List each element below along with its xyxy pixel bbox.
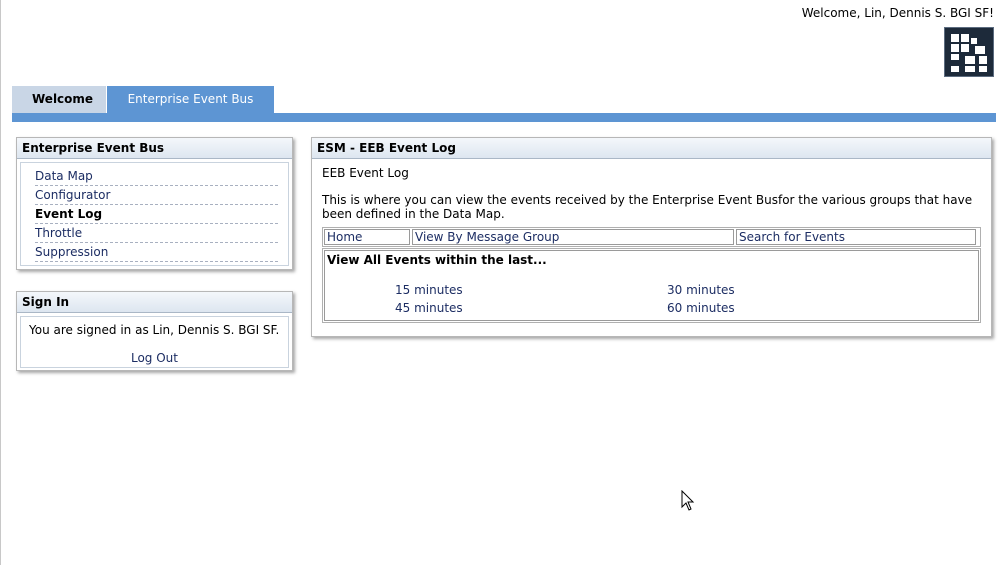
events-grid: 15 minutes 30 minutes 45 minutes 60 minu… [327, 282, 976, 316]
sidebar-title: Enterprise Event Bus [17, 138, 292, 159]
page-subtitle: EEB Event Log [322, 166, 409, 180]
event-link-60-minutes[interactable]: 60 minutes [667, 300, 927, 316]
sidebar-content: Data Map Configurator Event Log Throttle… [20, 162, 289, 266]
mouse-cursor-icon [681, 490, 695, 511]
event-link-30-minutes[interactable]: 30 minutes [667, 282, 927, 298]
event-link-15-minutes[interactable]: 15 minutes [327, 282, 667, 298]
company-logo [944, 27, 994, 77]
welcome-message: Welcome, Lin, Dennis S. BGI SF! [801, 6, 994, 20]
tab-bar: Welcome Enterprise Event Bus [12, 86, 274, 113]
sidebar-panel: Enterprise Event Bus Data Map Configurat… [16, 137, 293, 270]
events-box: View All Events within the last... 15 mi… [322, 248, 981, 323]
main-panel: ESM - EEB Event Log EEB Event Log This i… [311, 137, 992, 337]
subnav-search-for-events[interactable]: Search for Events [736, 229, 976, 245]
sidebar-item-throttle[interactable]: Throttle [35, 224, 278, 243]
page-description: This is where you can view the events re… [322, 193, 973, 221]
sidebar-item-event-log[interactable]: Event Log [35, 205, 278, 224]
subnav-view-by-message-group[interactable]: View By Message Group [412, 229, 734, 245]
tab-underline-bar [12, 113, 996, 122]
sidebar-item-configurator[interactable]: Configurator [35, 186, 278, 205]
tab-welcome[interactable]: Welcome [12, 86, 106, 113]
signin-status: You are signed in as Lin, Dennis S. BGI … [29, 323, 280, 337]
subnav-home[interactable]: Home [324, 229, 410, 245]
logout-link[interactable]: Log Out [29, 350, 280, 366]
sidebar-item-suppression[interactable]: Suppression [35, 243, 278, 262]
signin-content: You are signed in as Lin, Dennis S. BGI … [20, 316, 289, 368]
signin-panel: Sign In You are signed in as Lin, Dennis… [16, 291, 293, 371]
sidebar-nav: Data Map Configurator Event Log Throttle… [21, 163, 288, 266]
main-title: ESM - EEB Event Log [312, 138, 991, 159]
main-content: EEB Event Log This is where you can view… [312, 159, 991, 329]
event-link-45-minutes[interactable]: 45 minutes [327, 300, 667, 316]
subnav-bar: Home View By Message Group Search for Ev… [322, 227, 981, 247]
events-title: View All Events within the last... [327, 253, 547, 267]
sidebar-item-data-map[interactable]: Data Map [35, 167, 278, 186]
signin-title: Sign In [17, 292, 292, 313]
tab-enterprise-event-bus[interactable]: Enterprise Event Bus [107, 86, 274, 113]
